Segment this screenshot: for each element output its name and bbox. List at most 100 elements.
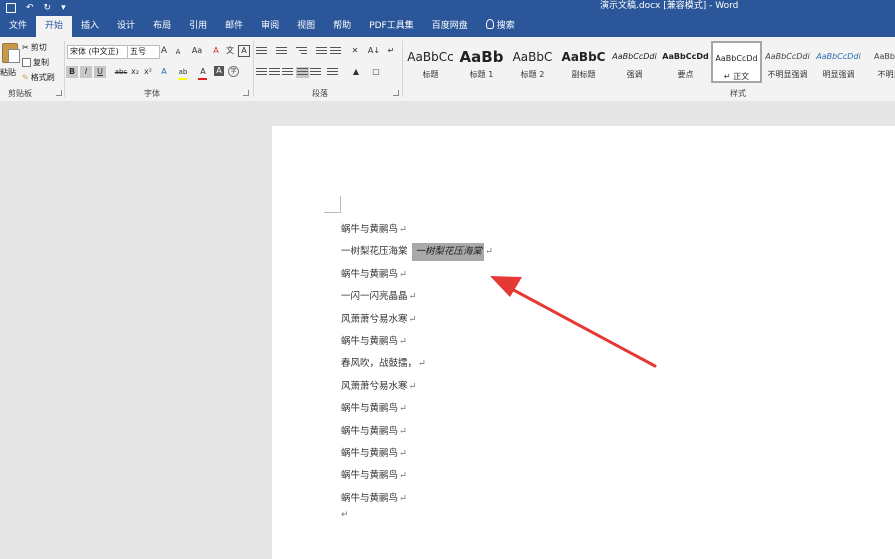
grow-font-button[interactable]: A: [158, 45, 170, 57]
asian-layout-icon[interactable]: ✕: [347, 45, 363, 57]
document-line[interactable]: 蜗牛与黄鹂鸟↵: [341, 467, 407, 481]
style-item[interactable]: AaBbCc 标题: [405, 41, 456, 83]
tab-search[interactable]: 搜索: [477, 15, 524, 37]
clear-format-button[interactable]: A: [210, 45, 222, 57]
redo-icon[interactable]: ↻: [44, 3, 52, 13]
style-item[interactable]: AaBbCcDd ↵ 正文: [711, 41, 762, 83]
save-icon[interactable]: [6, 2, 16, 13]
styles-group-label: 样式: [730, 89, 746, 98]
tab-layout[interactable]: 布局: [144, 15, 180, 37]
line-spacing-icon[interactable]: [327, 68, 338, 77]
paragraph-mark: ↵: [408, 380, 417, 392]
font-family-select[interactable]: 宋体 (中文正): [67, 45, 129, 59]
style-item[interactable]: AaBb 标题 1: [456, 41, 507, 83]
document-line[interactable]: 蜗牛与黄鹂鸟↵: [341, 423, 407, 437]
style-name: 标题: [422, 70, 439, 79]
tab-insert[interactable]: 插入: [72, 15, 108, 37]
font-launcher-icon[interactable]: [243, 90, 249, 96]
borders-icon[interactable]: ▢: [369, 66, 383, 78]
char-shading-button[interactable]: A: [214, 66, 224, 76]
multilevel-list-icon[interactable]: [296, 47, 307, 56]
document-line[interactable]: 风萧萧兮易水寒↵: [341, 378, 416, 392]
tab-references[interactable]: 引用: [180, 15, 216, 37]
tab-file[interactable]: 文件: [0, 15, 36, 37]
italic-button[interactable]: I: [80, 66, 92, 78]
enclose-char-button[interactable]: 字: [228, 66, 239, 77]
paragraph-mark: ↵: [399, 268, 407, 280]
clipboard-launcher-icon[interactable]: [56, 90, 62, 96]
line-text: 一闪一闪亮晶晶: [341, 291, 408, 303]
justify-icon[interactable]: [296, 67, 309, 78]
align-center-icon[interactable]: [269, 68, 280, 77]
paragraph-launcher-icon[interactable]: [393, 90, 399, 96]
bullets-icon[interactable]: [256, 47, 267, 56]
tab-design[interactable]: 设计: [108, 15, 144, 37]
document-line[interactable]: 蜗牛与黄鹂鸟↵: [341, 490, 407, 504]
subscript-button[interactable]: x₂: [129, 66, 141, 78]
cut-button[interactable]: ✂ 剪切: [22, 42, 47, 53]
paste-button[interactable]: 粘贴: [0, 41, 20, 81]
font-size-select[interactable]: 五号: [127, 45, 160, 59]
shrink-font-button[interactable]: A: [172, 46, 184, 58]
style-sample: AaBb: [459, 49, 504, 65]
distributed-icon[interactable]: [310, 68, 321, 77]
document-line[interactable]: 蜗牛与黄鹂鸟↵: [341, 445, 407, 459]
paragraph-mark: ↵: [399, 425, 407, 437]
strikethrough-button[interactable]: abc: [113, 66, 129, 78]
numbering-icon[interactable]: [276, 47, 287, 56]
window-title: 演示文稿.docx [兼容模式] - Word: [600, 1, 739, 11]
tab-help[interactable]: 帮助: [324, 15, 360, 37]
document-line[interactable]: 蜗牛与黄鹂鸟↵: [341, 333, 407, 347]
document-line[interactable]: 蜗牛与黄鹂鸟↵: [341, 266, 407, 280]
highlight-color-button[interactable]: ab: [176, 66, 190, 78]
selected-text[interactable]: 一树梨花压海棠: [411, 243, 485, 262]
line-text: 蜗牛与黄鹂鸟: [341, 224, 399, 235]
title-bar: ↶ ↻ ▾ 演示文稿.docx [兼容模式] - Word: [0, 0, 895, 15]
line-text: 蜗牛与黄鹂鸟: [341, 425, 399, 437]
char-border-button[interactable]: A: [238, 45, 250, 57]
format-painter-button[interactable]: ✎ 格式刷: [22, 72, 55, 83]
customize-icon[interactable]: ▾: [61, 3, 66, 13]
align-left-icon[interactable]: [256, 68, 267, 77]
copy-button[interactable]: 复制: [22, 57, 49, 68]
shading-icon[interactable]: ▲: [349, 66, 363, 78]
font-group-label: 字体: [144, 89, 160, 98]
decrease-indent-icon[interactable]: [316, 47, 327, 56]
document-line[interactable]: 蜗牛与黄鹂鸟↵: [341, 221, 407, 235]
document-line[interactable]: 蜗牛与黄鹂鸟↵: [341, 400, 407, 414]
group-divider: [253, 41, 254, 97]
style-item[interactable]: AaBbCc 不明显: [864, 41, 895, 83]
style-item[interactable]: AaBbCcDdi 强调: [609, 41, 660, 83]
underline-button[interactable]: U: [94, 66, 106, 78]
paragraph-mark: ↵: [399, 403, 407, 415]
phonetic-guide-button[interactable]: 文: [224, 45, 236, 57]
style-item[interactable]: AaBbC 副标题: [558, 41, 609, 83]
document-line[interactable]: 春风吹，战鼓擂，↵: [341, 355, 426, 369]
tab-pdf-tools[interactable]: PDF工具集: [360, 15, 423, 37]
sort-button[interactable]: A↓: [366, 45, 382, 57]
tab-review[interactable]: 审阅: [252, 15, 288, 37]
style-sample: AaBbCcDdi: [816, 52, 861, 61]
superscript-button[interactable]: x²: [142, 66, 154, 78]
document-line[interactable]: 风萧萧兮易水寒↵: [341, 311, 416, 325]
change-case-button[interactable]: Aa: [188, 45, 206, 57]
tab-baidu-netdisk[interactable]: 百度网盘: [423, 15, 477, 37]
style-item[interactable]: AaBbCcDd 要点: [660, 41, 711, 83]
increase-indent-icon[interactable]: [330, 47, 341, 56]
show-marks-button[interactable]: ↵: [385, 45, 397, 57]
document-line[interactable]: 一树梨花压海棠 一树梨花压海棠 ↵: [341, 243, 493, 262]
tab-mailings[interactable]: 邮件: [216, 15, 252, 37]
style-item[interactable]: AaBbCcDdi 明显强调: [813, 41, 864, 83]
tab-view[interactable]: 视图: [288, 15, 324, 37]
style-item[interactable]: AaBbC 标题 2: [507, 41, 558, 83]
style-sample: AaBbC: [512, 50, 553, 64]
style-item[interactable]: AaBbCcDdi 不明显强调: [762, 41, 813, 83]
document-line[interactable]: 一闪一闪亮晶晶↵: [341, 288, 416, 302]
undo-icon[interactable]: ↶: [26, 3, 34, 13]
text-effects-button[interactable]: A: [158, 66, 170, 78]
bold-button[interactable]: B: [66, 66, 78, 78]
font-color-button[interactable]: A: [197, 66, 209, 78]
align-right-icon[interactable]: [282, 68, 293, 77]
tab-home[interactable]: 开始: [36, 16, 73, 37]
paragraph-mark: ↵: [399, 224, 407, 235]
